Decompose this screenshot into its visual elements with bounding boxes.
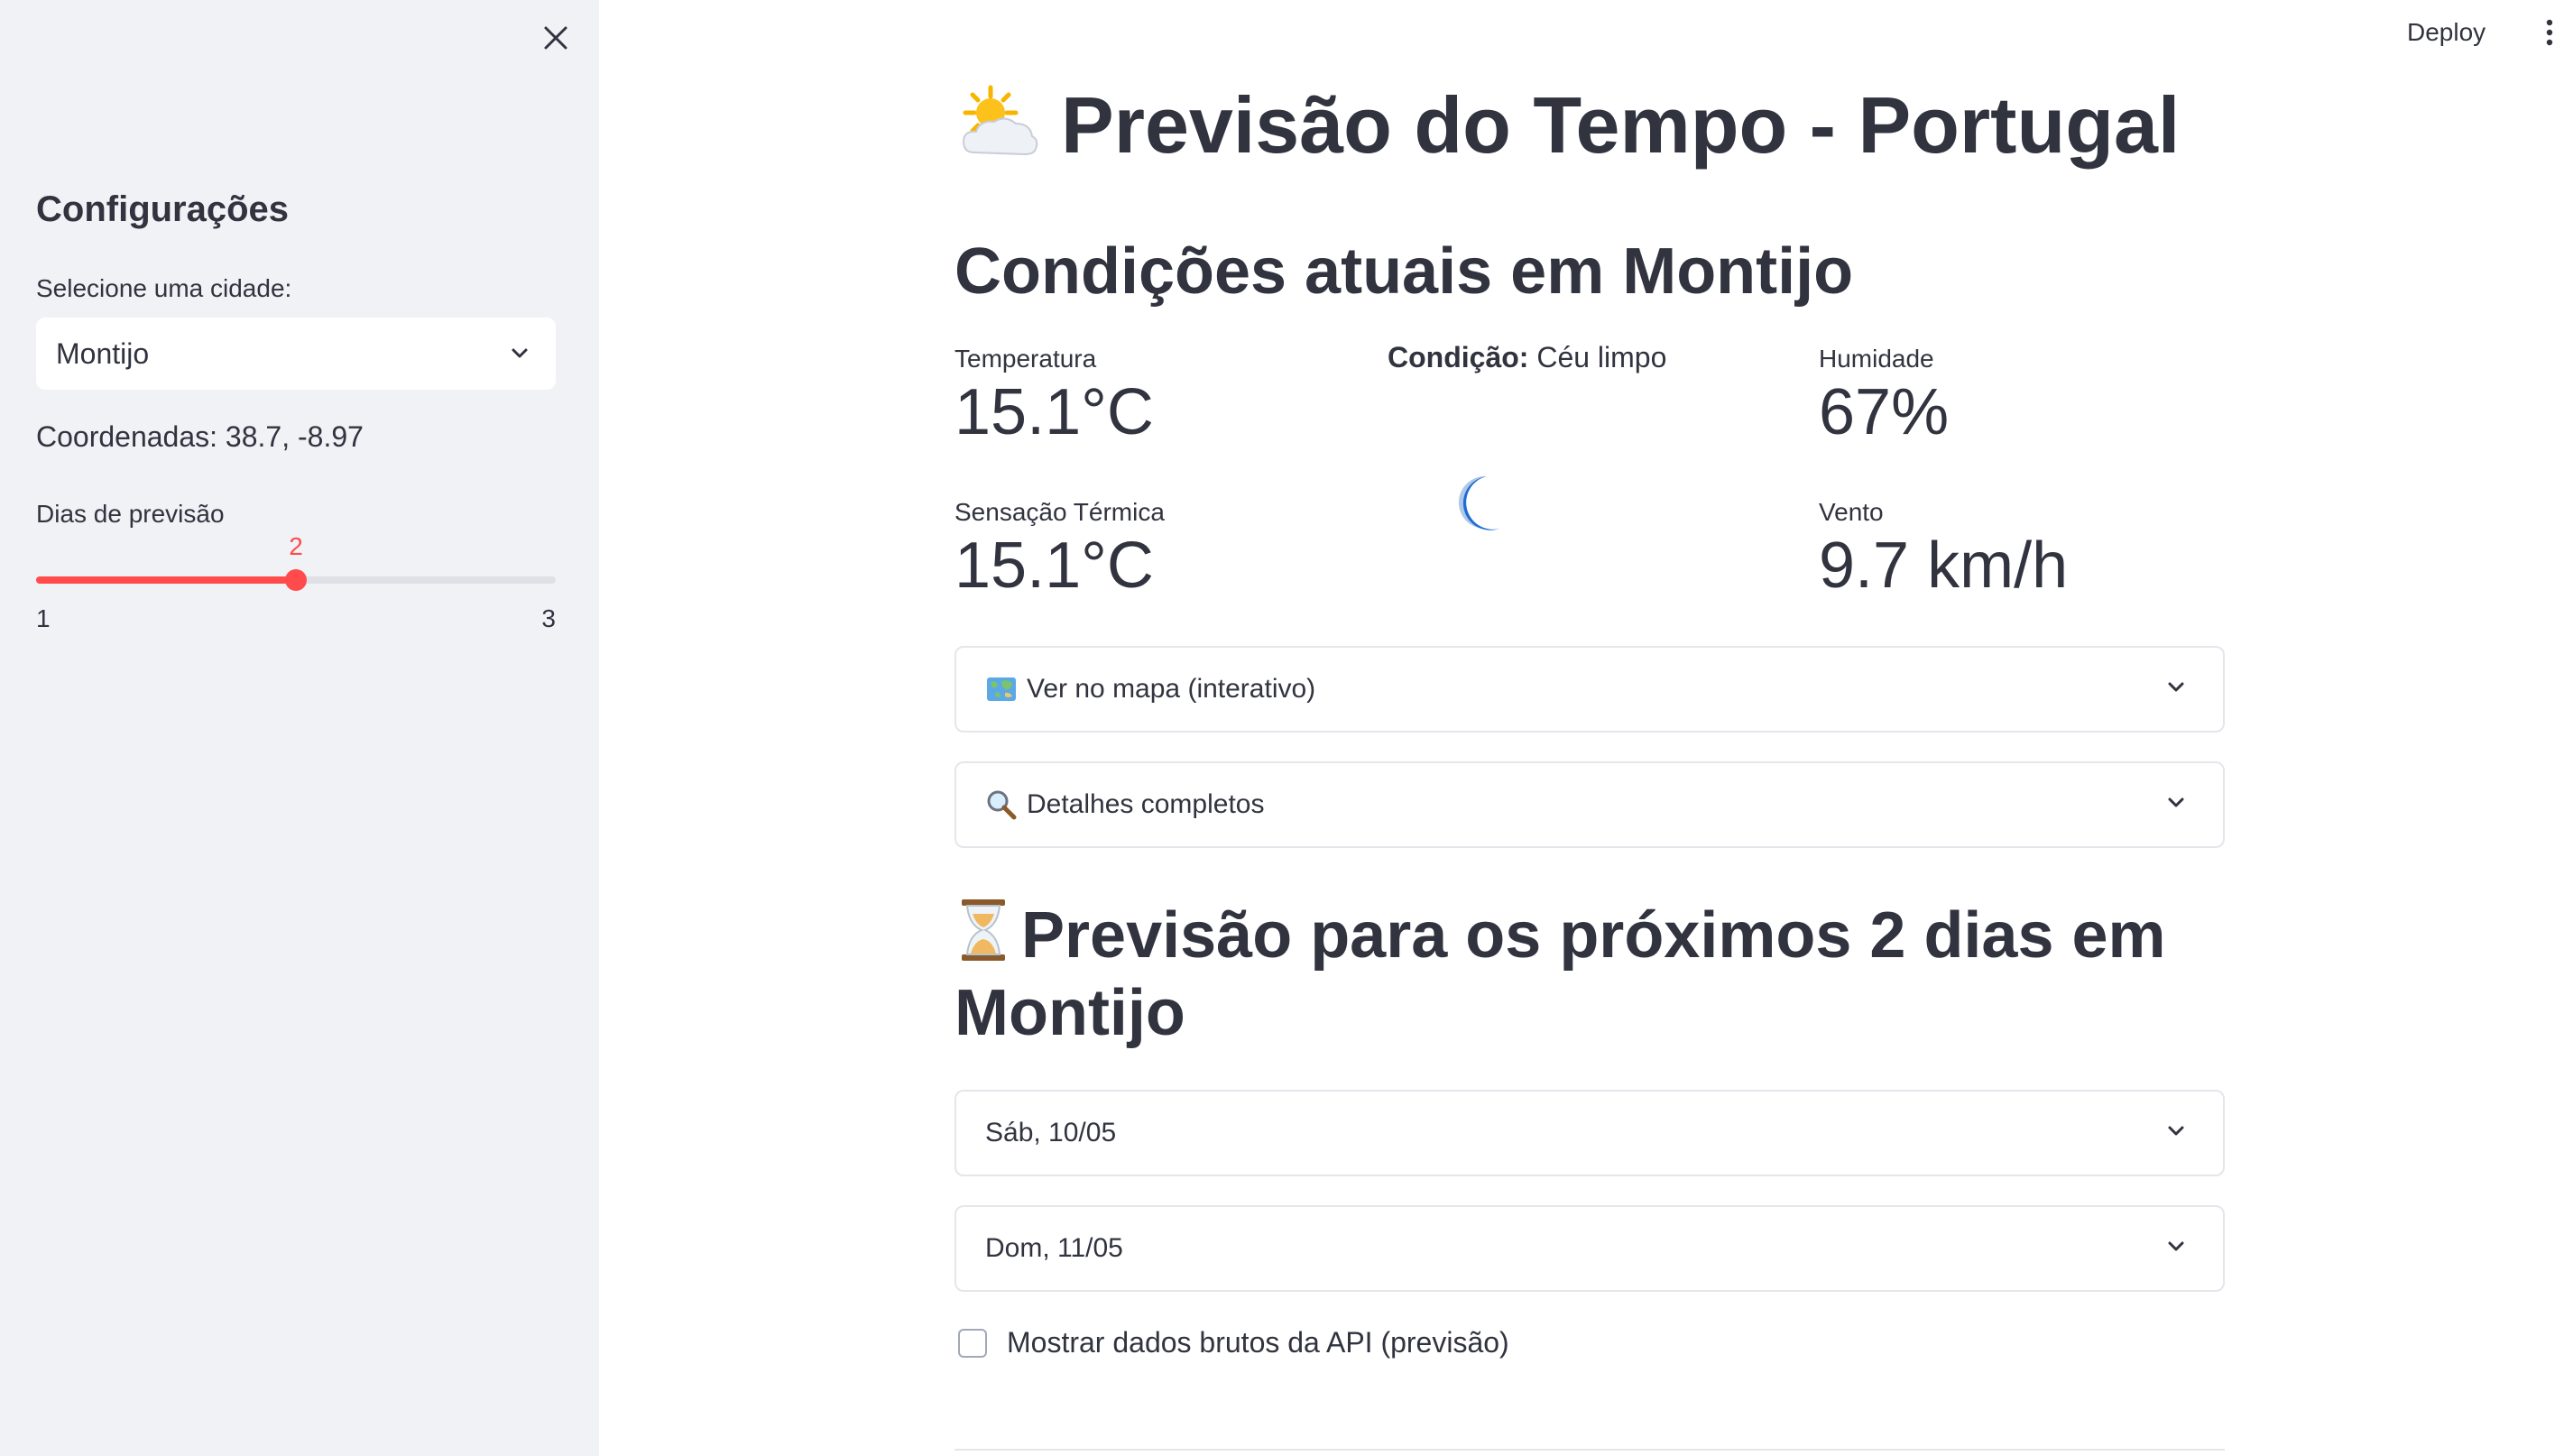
wind-label: Vento xyxy=(1819,498,1884,526)
condition-label: Condição: xyxy=(1388,341,1529,373)
chevron-down-icon xyxy=(512,348,528,358)
main-menu-button[interactable] xyxy=(2537,14,2562,51)
city-select[interactable]: Montijo xyxy=(36,318,556,390)
forecast-heading: Previsão para os próximos 2 dias em Mont… xyxy=(954,897,2225,1052)
map-expander[interactable]: Ver no mapa (interativo) xyxy=(954,646,2225,733)
slider-min-label: 1 xyxy=(36,604,51,632)
sun-behind-cloud-icon xyxy=(962,85,1038,156)
map-expander-label: Ver no mapa (interativo) xyxy=(1027,674,1316,704)
main-content: Previsão do Tempo - Portugal Condições a… xyxy=(954,0,2225,1456)
sidebar: Configurações Selecione uma cidade: Mont… xyxy=(0,0,599,1456)
coordinates-text: Coordenadas: 38.7, -8.97 xyxy=(36,420,364,453)
divider xyxy=(954,1449,2225,1451)
page-title: Previsão do Tempo - Portugal xyxy=(954,79,2180,171)
page-title-text: Previsão do Tempo - Portugal xyxy=(1061,80,2181,170)
hourglass-icon xyxy=(962,899,1005,961)
chevron-down-icon xyxy=(2168,682,2184,692)
forecast-day-expander[interactable]: Sáb, 10/05 xyxy=(954,1090,2225,1176)
humidity-value: 67% xyxy=(1819,376,1950,448)
condition-text: Condição: Céu limpo xyxy=(1388,341,1666,374)
temperature-value: 15.1°C xyxy=(954,376,1154,448)
slider-max-label: 3 xyxy=(541,604,556,632)
humidity-metric: Humidade 67% xyxy=(1819,345,1949,448)
raw-data-checkbox-row[interactable]: Mostrar dados brutos da API (previsão) xyxy=(958,1326,1509,1359)
chevron-down-icon xyxy=(2168,797,2184,807)
forecast-day-label: Dom, 11/05 xyxy=(985,1233,1123,1263)
feels-like-label: Sensação Térmica xyxy=(954,498,1165,526)
condition-value: Céu limpo xyxy=(1536,341,1667,373)
temperature-metric: Temperatura 15.1°C xyxy=(954,345,1154,448)
raw-data-checkbox-label: Mostrar dados brutos da API (previsão) xyxy=(1007,1326,1509,1359)
temperature-label: Temperatura xyxy=(954,345,1097,373)
raw-data-checkbox[interactable] xyxy=(958,1328,987,1358)
slider-fill xyxy=(36,576,296,584)
city-select-value: Montijo xyxy=(56,336,150,370)
city-select-label: Selecione uma cidade: xyxy=(36,274,292,302)
deploy-button[interactable]: Deploy xyxy=(2407,14,2485,51)
details-expander[interactable]: Detalhes completos xyxy=(954,761,2225,848)
forecast-days-slider[interactable]: 2 1 3 xyxy=(36,532,556,640)
wind-value: 9.7 km/h xyxy=(1819,530,2069,602)
current-conditions-heading: Condições atuais em Montijo xyxy=(954,235,1854,308)
forecast-day-label: Sáb, 10/05 xyxy=(985,1118,1117,1147)
world-map-icon xyxy=(987,677,1016,701)
magnifying-glass-icon xyxy=(987,790,1017,820)
feels-like-metric: Sensação Térmica 15.1°C xyxy=(954,498,1165,602)
forecast-heading-text: Previsão para os próximos 2 dias em Mont… xyxy=(954,899,2166,1049)
humidity-label: Humidade xyxy=(1819,345,1934,373)
feels-like-value: 15.1°C xyxy=(954,530,1154,602)
crescent-moon-icon xyxy=(1458,475,1499,530)
close-icon xyxy=(544,26,567,50)
vertical-dots-icon xyxy=(2546,19,2553,46)
details-expander-label: Detalhes completos xyxy=(1027,789,1265,819)
wind-metric: Vento 9.7 km/h xyxy=(1819,498,2068,602)
forecast-days-label: Dias de previsão xyxy=(36,500,225,528)
slider-current-value: 2 xyxy=(289,532,303,560)
close-sidebar-button[interactable] xyxy=(538,20,574,56)
forecast-day-expander[interactable]: Dom, 11/05 xyxy=(954,1205,2225,1292)
slider-thumb[interactable] xyxy=(285,569,307,591)
sidebar-heading: Configurações xyxy=(36,189,290,229)
chevron-down-icon xyxy=(2168,1241,2184,1251)
chevron-down-icon xyxy=(2168,1126,2184,1136)
